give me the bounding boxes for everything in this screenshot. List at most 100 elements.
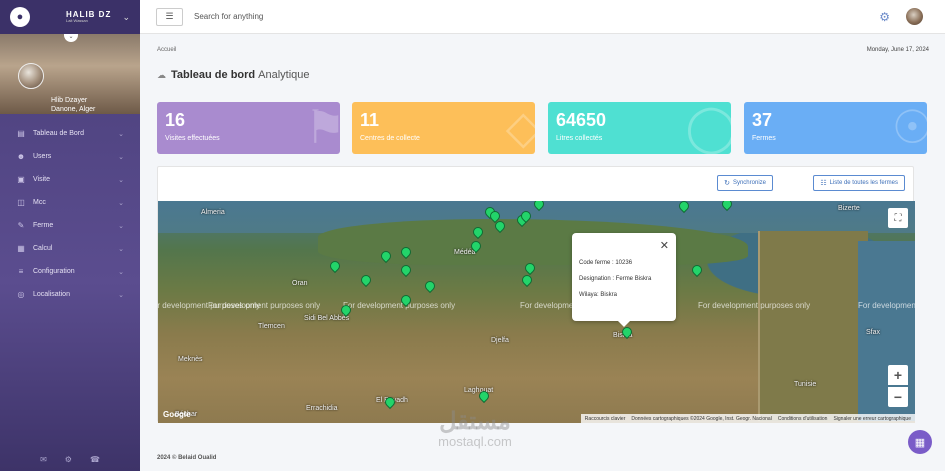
map-attribution: Raccourcis clavier Données cartographiqu… <box>580 414 915 423</box>
popup-code: Code ferme : 10236 <box>579 260 633 266</box>
map-label: Oran <box>292 280 308 287</box>
farm-info-popup: ✕ Code ferme : 10236 Designation : Ferme… <box>572 233 676 327</box>
search-input[interactable] <box>194 12 394 21</box>
chevron-down-icon[interactable]: ⌄ <box>122 12 130 23</box>
map-marker[interactable] <box>692 265 700 276</box>
sidebar-item-configuration[interactable]: ≡ Configuration ⌄ <box>0 260 140 283</box>
zoom-out-button[interactable]: − <box>888 387 908 407</box>
sidebar-item-calcul[interactable]: ▦ Calcul ⌄ <box>0 237 140 260</box>
map-marker-biskra[interactable] <box>622 327 630 338</box>
map-watermark: For development purposes only <box>208 301 321 310</box>
sidebar-item-label: Configuration <box>33 268 75 275</box>
breadcrumb[interactable]: Accueil <box>157 47 176 53</box>
map-marker[interactable] <box>401 247 409 258</box>
settings-icon: ≡ <box>18 267 24 276</box>
menu-toggle-button[interactable]: ☰ <box>156 7 183 26</box>
chevron-down-icon: ⌄ <box>118 291 124 299</box>
map-label: Meknès <box>178 356 203 363</box>
map-marker[interactable] <box>401 295 409 306</box>
fullscreen-icon: ⛶ <box>894 212 902 224</box>
chevron-down-icon: ⌄ <box>118 199 124 207</box>
sidebar-item-localisation[interactable]: ◎ Localisation ⌄ <box>0 283 140 306</box>
chevron-down-icon: ⌄ <box>118 176 124 184</box>
chevron-down-icon: ⌄ <box>118 153 124 161</box>
stat-card-visites: 16 Visites effectuées ⚑ <box>157 102 340 154</box>
mcc-icon: ◫ <box>17 198 25 207</box>
chevron-down-icon: ⌄ <box>118 222 124 230</box>
location-pin-icon: ◯ <box>685 102 731 153</box>
map-marker[interactable] <box>495 221 503 232</box>
map-marker[interactable] <box>330 261 338 272</box>
brand[interactable]: ● HALIB DZ Lait Wassan ⌄ <box>0 0 140 34</box>
list-farms-button[interactable]: ☷ Liste de toutes les fermes <box>813 175 905 191</box>
close-icon[interactable]: ✕ <box>660 239 669 252</box>
sidebar-item-label: Ferme <box>33 222 54 229</box>
chevron-down-icon: ⌄ <box>118 268 124 276</box>
sidebar-item-mcc[interactable]: ◫ Mcc ⌄ <box>0 191 140 214</box>
map-marker[interactable] <box>521 211 529 222</box>
map-marker[interactable] <box>341 305 349 316</box>
main-content: Accueil Monday, June 17, 2024 ☁ Tableau … <box>140 34 945 471</box>
gear-icon[interactable]: ⚙ <box>65 455 72 464</box>
profile-avatar[interactable] <box>18 63 44 89</box>
page-title: ☁ Tableau de bord Analytique <box>157 69 310 81</box>
sidebar-item-label: Localisation <box>33 291 70 298</box>
map-label: Tlemcen <box>258 323 285 330</box>
map-watermark: For development purposes only <box>858 301 915 310</box>
map-watermark: For development purposes only <box>343 301 456 310</box>
map-marker[interactable] <box>722 201 730 210</box>
apps-grid-button[interactable]: ▦ <box>908 430 932 454</box>
report-error-link[interactable]: Signaler une erreur cartographique <box>833 416 911 422</box>
profile-location: Danone, Alger <box>51 106 96 113</box>
map-marker[interactable] <box>522 275 530 286</box>
sidebar-menu: ▤ Tableau de Bord ⌄ ☻ Users ⌄ ▣ Visite ⌄ ◫ Mcc ⌄… <box>0 122 140 306</box>
map-label: Sfax <box>866 329 881 336</box>
map-marker[interactable] <box>425 281 433 292</box>
map-watermark: For development purposes only <box>698 301 811 310</box>
map-marker[interactable] <box>471 241 479 252</box>
map-marker[interactable] <box>381 251 389 262</box>
map-marker[interactable] <box>479 391 487 402</box>
sidebar: ● HALIB DZ Lait Wassan ⌄ ⌄ Hlib Dzayer D… <box>0 0 140 471</box>
zoom-in-button[interactable]: + <box>888 365 908 385</box>
avatar[interactable] <box>906 8 923 25</box>
map-marker[interactable] <box>679 201 687 212</box>
map-label: Almeria <box>201 209 225 216</box>
diamond-icon: ◇ <box>505 102 535 153</box>
profile-toggle-icon[interactable]: ⌄ <box>64 34 78 42</box>
stat-card-litres: 64650 Litres collectés ◯ <box>548 102 731 154</box>
synchronize-button[interactable]: ↻ Synchronize <box>717 175 773 191</box>
google-logo[interactable]: Google <box>163 410 191 419</box>
map-label: Bizerte <box>838 205 860 212</box>
map-marker[interactable] <box>401 265 409 276</box>
sidebar-item-users[interactable]: ☻ Users ⌄ <box>0 145 140 168</box>
map-marker[interactable] <box>473 227 481 238</box>
gear-icon[interactable]: ⚙ <box>879 10 890 24</box>
page-title-strong: Tableau de bord <box>171 69 256 81</box>
phone-icon[interactable]: ☎ <box>90 455 100 464</box>
map-marker[interactable] <box>534 201 542 210</box>
watermark-latin: mostaql.com <box>438 434 512 449</box>
google-map[interactable]: Almeria Oran Tlemcen Sidi Bel Abbès Mekn… <box>158 201 915 423</box>
page-title-light: Analytique <box>258 69 310 81</box>
map-marker[interactable] <box>385 397 393 408</box>
hamburger-icon: ☰ <box>165 11 174 21</box>
globe-icon: ☉ <box>891 102 927 153</box>
brand-sub: Lait Wassan <box>66 18 88 23</box>
popup-designation: Designation : Ferme Biskra <box>579 276 652 282</box>
map-marker[interactable] <box>525 263 533 274</box>
chat-icon[interactable]: ✉ <box>40 455 47 464</box>
stat-value: 11 <box>360 110 380 130</box>
sidebar-item-tableau-de-bord[interactable]: ▤ Tableau de Bord ⌄ <box>0 122 140 145</box>
refresh-icon: ↻ <box>724 180 730 187</box>
users-icon: ☻ <box>16 152 26 161</box>
sidebar-item-ferme[interactable]: ✎ Ferme ⌄ <box>0 214 140 237</box>
chevron-down-icon: ⌄ <box>118 245 124 253</box>
fullscreen-button[interactable]: ⛶ <box>888 208 908 228</box>
terms-link[interactable]: Conditions d'utilisation <box>778 416 828 422</box>
keyboard-shortcuts-link[interactable]: Raccourcis clavier <box>585 416 626 422</box>
sidebar-item-visite[interactable]: ▣ Visite ⌄ <box>0 168 140 191</box>
stat-card-fermes: 37 Fermes ☉ <box>744 102 927 154</box>
grid-icon: ▦ <box>914 436 926 449</box>
map-marker[interactable] <box>361 275 369 286</box>
